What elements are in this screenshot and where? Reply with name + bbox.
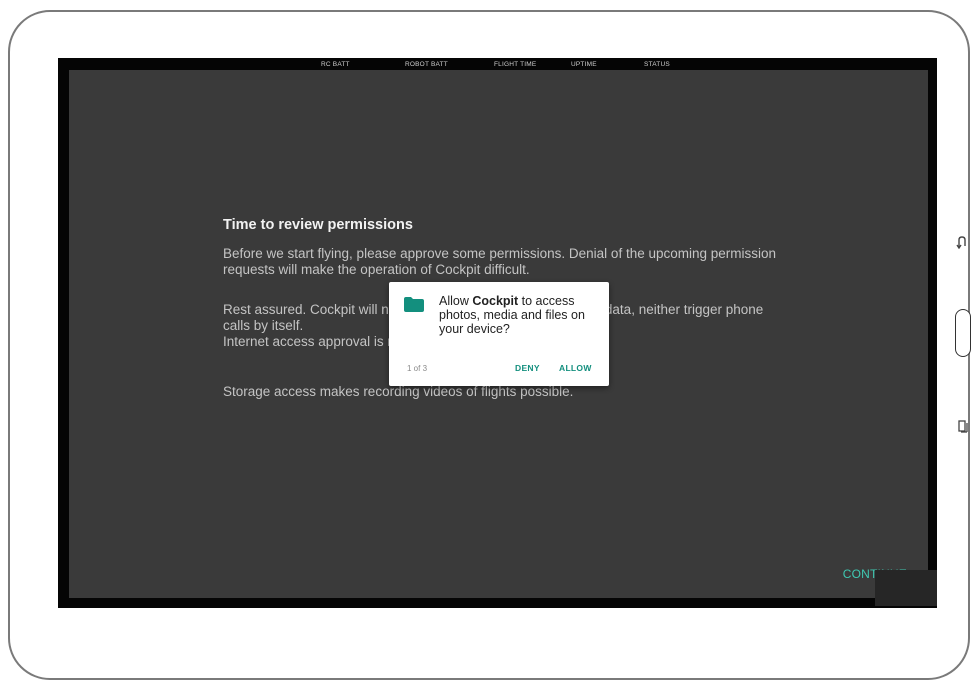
intro-paragraph: Before we start flying, please approve s…: [223, 246, 777, 277]
allow-button[interactable]: ALLOW: [559, 363, 592, 373]
rc-batt-label: RC BATT: [321, 61, 350, 68]
dialog-counter: 1 of 3: [407, 364, 428, 373]
uptime-label: UPTIME: [571, 61, 597, 68]
robot-batt-label: ROBOT BATT: [405, 61, 448, 68]
back-icon[interactable]: [956, 235, 968, 249]
deny-button[interactable]: DENY: [515, 363, 540, 373]
status-bar: RC BATT ROBOT BATT FLIGHT TIME UPTIME ST…: [58, 58, 937, 70]
dialog-prefix: Allow: [439, 294, 473, 308]
dialog-message: Allow Cockpit to access photos, media an…: [439, 294, 599, 336]
dialog-app-name: Cockpit: [472, 294, 519, 308]
storage-paragraph: Storage access makes recording videos of…: [223, 384, 574, 399]
recents-icon[interactable]: [958, 420, 968, 433]
status-label: STATUS: [644, 61, 670, 68]
flight-time-label: FLIGHT TIME: [494, 61, 537, 68]
permission-dialog: Allow Cockpit to access photos, media an…: [389, 282, 609, 386]
home-button-icon[interactable]: [955, 309, 971, 357]
corner-block: [875, 570, 937, 606]
folder-icon: [404, 297, 424, 312]
permissions-title: Time to review permissions: [223, 217, 413, 233]
